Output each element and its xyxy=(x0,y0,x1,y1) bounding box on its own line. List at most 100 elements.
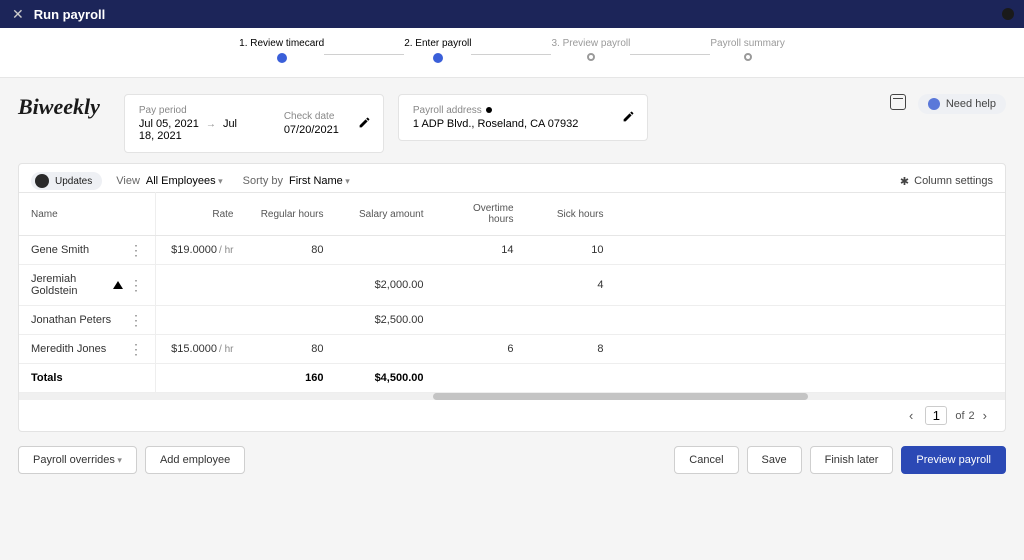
table-row[interactable]: Gene Smith ⋮ $19.0000/ hr 80 14 10 xyxy=(19,236,1005,265)
column-settings-button[interactable]: ✱ Column settings xyxy=(900,175,993,188)
col-name[interactable]: Name xyxy=(19,193,156,236)
cell-salary[interactable]: $2,500.00 xyxy=(336,306,436,335)
save-button[interactable]: Save xyxy=(747,446,802,474)
cell-sick[interactable]: 4 xyxy=(526,265,616,306)
step-circle-open-icon xyxy=(587,53,595,61)
employee-name: Jeremiah Goldstein xyxy=(31,273,113,297)
step-label: 1. Review timecard xyxy=(239,38,324,49)
cancel-button[interactable]: Cancel xyxy=(674,446,738,474)
need-help-button[interactable]: Need help xyxy=(918,94,1006,114)
close-icon[interactable]: ✕ xyxy=(12,6,24,23)
col-overtime[interactable]: Overtime hours xyxy=(436,193,526,236)
cell-salary[interactable]: $2,000.00 xyxy=(336,265,436,306)
row-menu-button[interactable]: ⋮ xyxy=(129,245,143,255)
table-row[interactable]: Meredith Jones ⋮ $15.0000/ hr 80 6 8 xyxy=(19,335,1005,364)
cell-regular[interactable] xyxy=(246,265,336,306)
sort-select[interactable]: First Name xyxy=(289,175,350,187)
payroll-address-value: 1 ADP Blvd., Roseland, CA 07932 xyxy=(413,118,579,130)
cell-sick[interactable]: 8 xyxy=(526,335,616,364)
cell-salary[interactable] xyxy=(336,335,436,364)
col-rate[interactable]: Rate xyxy=(156,193,246,236)
step-review-timecard[interactable]: 1. Review timecard xyxy=(239,38,324,63)
step-circle-filled-icon xyxy=(277,53,287,63)
updates-pill[interactable]: Updates xyxy=(31,172,102,190)
step-circle-open-icon xyxy=(744,53,752,61)
preview-payroll-button[interactable]: Preview payroll xyxy=(901,446,1006,474)
row-menu-button[interactable]: ⋮ xyxy=(129,315,143,325)
col-spacer xyxy=(616,193,1006,236)
view-label: View xyxy=(116,175,140,187)
payroll-address-label: Payroll address xyxy=(413,105,579,116)
arrow-right-icon: → xyxy=(206,119,216,130)
cell-sick[interactable] xyxy=(526,306,616,335)
app-title: Run payroll xyxy=(34,7,106,22)
help-circle-icon xyxy=(928,98,940,110)
page-next-button[interactable]: › xyxy=(975,408,995,423)
cell-rate[interactable] xyxy=(156,265,246,306)
step-preview-payroll[interactable]: 3. Preview payroll xyxy=(551,38,630,61)
cell-salary[interactable] xyxy=(336,236,436,265)
step-enter-payroll[interactable]: 2. Enter payroll xyxy=(404,38,471,63)
totals-row: Totals 160 $4,500.00 xyxy=(19,364,1005,393)
pay-period-from: Jul 05, 2021 xyxy=(139,118,199,130)
pay-period-value: Jul 05, 2021 → Jul 18, 2021 xyxy=(139,118,254,142)
edit-address-icon[interactable] xyxy=(622,110,635,126)
payroll-table: Name Rate Regular hours Salary amount Ov… xyxy=(19,192,1005,392)
page-input[interactable] xyxy=(925,406,947,425)
warning-icon xyxy=(113,281,123,289)
cell-regular[interactable] xyxy=(246,306,336,335)
cell-rate[interactable]: $19.0000/ hr xyxy=(156,236,246,265)
check-date-value: 07/20/2021 xyxy=(284,124,339,136)
finish-later-button[interactable]: Finish later xyxy=(810,446,894,474)
table-row[interactable]: Jonathan Peters ⋮ $2,500.00 xyxy=(19,306,1005,335)
cell-rate[interactable] xyxy=(156,306,246,335)
step-label: Payroll summary xyxy=(710,38,784,49)
cell-sick[interactable]: 10 xyxy=(526,236,616,265)
step-label: 3. Preview payroll xyxy=(551,38,630,49)
step-line xyxy=(630,54,710,55)
totals-salary: $4,500.00 xyxy=(336,364,436,393)
avatar-dot[interactable] xyxy=(1002,8,1014,20)
row-menu-button[interactable]: ⋮ xyxy=(129,344,143,354)
step-label: 2. Enter payroll xyxy=(404,38,471,49)
cell-rate[interactable]: $15.0000/ hr xyxy=(156,335,246,364)
cell-overtime[interactable] xyxy=(436,306,526,335)
cell-overtime[interactable] xyxy=(436,265,526,306)
page-of-label: of xyxy=(955,410,964,422)
step-line xyxy=(324,54,404,55)
stepper: 1. Review timecard 2. Enter payroll 3. P… xyxy=(0,28,1024,78)
step-payroll-summary[interactable]: Payroll summary xyxy=(710,38,784,61)
sort-label: Sorty by xyxy=(243,175,283,187)
horizontal-scrollbar[interactable] xyxy=(19,392,1005,400)
totals-regular: 160 xyxy=(246,364,336,393)
col-regular[interactable]: Regular hours xyxy=(246,193,336,236)
pager: ‹ of 2 › xyxy=(19,400,1005,431)
cell-regular[interactable]: 80 xyxy=(246,236,336,265)
page-prev-button[interactable]: ‹ xyxy=(901,408,921,423)
cell-overtime[interactable]: 6 xyxy=(436,335,526,364)
page-title: Biweekly xyxy=(18,94,100,120)
employee-name: Gene Smith xyxy=(31,244,89,256)
col-sick[interactable]: Sick hours xyxy=(526,193,616,236)
updates-label: Updates xyxy=(55,176,92,187)
step-line xyxy=(471,54,551,55)
employee-name: Meredith Jones xyxy=(31,343,106,355)
payroll-overrides-button[interactable]: Payroll overrides xyxy=(18,446,137,474)
dot-icon xyxy=(486,107,492,113)
edit-pay-period-icon[interactable] xyxy=(358,116,371,132)
cell-overtime[interactable]: 14 xyxy=(436,236,526,265)
table-row[interactable]: Jeremiah Goldstein ⋮ $2,000.00 4 xyxy=(19,265,1005,306)
row-menu-button[interactable]: ⋮ xyxy=(129,280,143,290)
table-header-row: Name Rate Regular hours Salary amount Ov… xyxy=(19,193,1005,236)
pay-period-card: Pay period Jul 05, 2021 → Jul 18, 2021 C… xyxy=(124,94,384,153)
scrollbar-thumb[interactable] xyxy=(433,393,808,400)
cell-regular[interactable]: 80 xyxy=(246,335,336,364)
view-select[interactable]: All Employees xyxy=(146,175,223,187)
payroll-address-card: Payroll address 1 ADP Blvd., Roseland, C… xyxy=(398,94,648,141)
calendar-icon[interactable] xyxy=(890,94,906,110)
pay-period-label: Pay period xyxy=(139,105,254,116)
add-employee-button[interactable]: Add employee xyxy=(145,446,245,474)
col-salary[interactable]: Salary amount xyxy=(336,193,436,236)
employee-name: Jonathan Peters xyxy=(31,314,111,326)
step-circle-filled-icon xyxy=(433,53,443,63)
